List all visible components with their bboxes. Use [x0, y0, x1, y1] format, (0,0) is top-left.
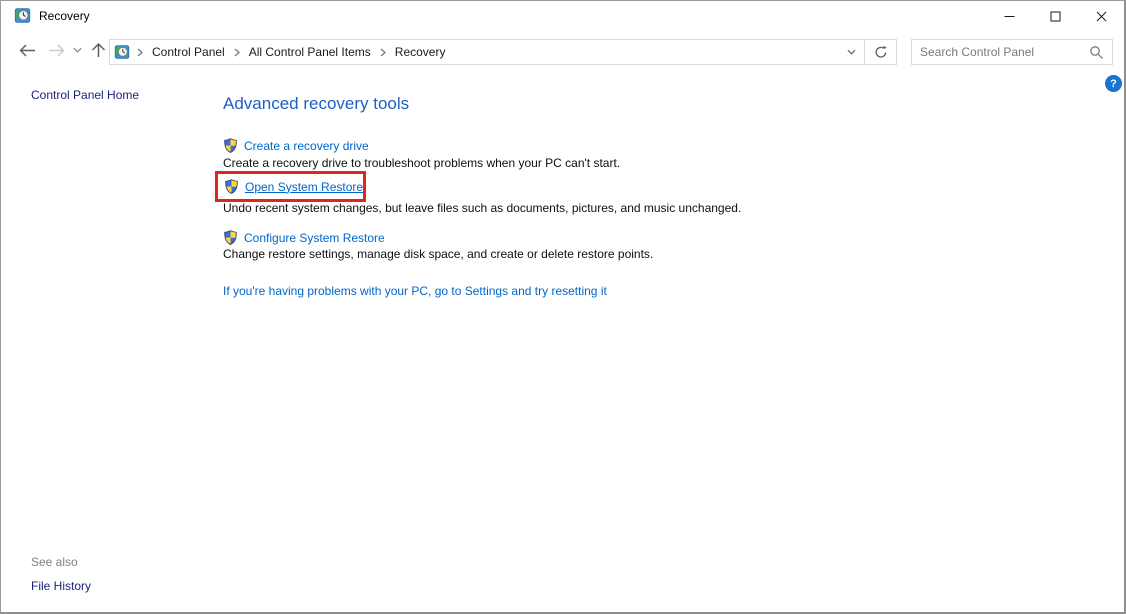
refresh-icon	[874, 45, 887, 58]
forward-arrow-icon	[48, 43, 64, 57]
help-button[interactable]: ?	[1105, 75, 1122, 92]
page-title: Advanced recovery tools	[223, 94, 410, 113]
breadcrumb-separator-icon	[380, 48, 386, 56]
task-configure-system-restore: Configure System Restore	[223, 230, 385, 245]
window-controls	[986, 1, 1124, 31]
refresh-button[interactable]	[865, 40, 896, 64]
recovery-app-icon	[14, 7, 31, 24]
uac-shield-icon	[225, 179, 238, 194]
address-bar[interactable]: Control Panel All Control Panel Items Re…	[109, 39, 897, 65]
back-arrow-icon	[19, 43, 35, 57]
chevron-down-icon	[846, 49, 856, 55]
up-button[interactable]	[85, 31, 111, 69]
search-input[interactable]	[912, 45, 1089, 59]
minimize-button[interactable]	[986, 1, 1032, 31]
task-open-system-restore: Open System Restore	[224, 179, 363, 194]
uac-shield-icon	[224, 138, 237, 153]
minimize-icon	[1004, 15, 1014, 17]
recovery-location-icon	[114, 44, 130, 60]
configure-system-restore-link[interactable]: Configure System Restore	[244, 231, 385, 245]
search-icon[interactable]	[1089, 45, 1104, 60]
maximize-button[interactable]	[1032, 1, 1078, 31]
navigation-bar: Control Panel All Control Panel Items Re…	[1, 31, 1124, 69]
task-create-recovery-drive: Create a recovery drive	[223, 138, 369, 153]
settings-reset-link[interactable]: If you're having problems with your PC, …	[223, 284, 607, 298]
create-recovery-drive-link[interactable]: Create a recovery drive	[244, 139, 369, 153]
task-description: Undo recent system changes, but leave fi…	[223, 201, 742, 215]
see-also-label: See also	[31, 555, 78, 569]
window-title: Recovery	[39, 9, 90, 23]
close-button[interactable]	[1078, 1, 1124, 31]
uac-shield-icon	[224, 230, 237, 245]
breadcrumb-separator-icon	[137, 48, 143, 56]
forward-button[interactable]	[42, 31, 70, 69]
address-dropdown-button[interactable]	[838, 40, 864, 64]
sidebar-item-control-panel-home[interactable]: Control Panel Home	[31, 88, 139, 102]
up-arrow-icon	[91, 42, 105, 57]
task-description: Change restore settings, manage disk spa…	[223, 247, 654, 261]
breadcrumb-all-control-panel-items[interactable]: All Control Panel Items	[247, 41, 373, 63]
recent-pages-button[interactable]	[68, 31, 86, 69]
titlebar: Recovery	[1, 1, 1124, 31]
task-description: Create a recovery drive to troubleshoot …	[223, 156, 621, 170]
chevron-down-icon	[72, 47, 82, 53]
breadcrumb-control-panel[interactable]: Control Panel	[150, 41, 227, 63]
recovery-window: Recovery Control Panel All Control Panel…	[0, 0, 1126, 614]
breadcrumb-recovery[interactable]: Recovery	[393, 41, 448, 63]
close-icon	[1096, 11, 1106, 21]
sidebar-item-file-history[interactable]: File History	[31, 579, 91, 593]
maximize-icon	[1050, 11, 1060, 21]
back-button[interactable]	[12, 31, 42, 69]
open-system-restore-link[interactable]: Open System Restore	[245, 180, 363, 194]
search-box	[911, 39, 1113, 65]
breadcrumb-separator-icon	[234, 48, 240, 56]
